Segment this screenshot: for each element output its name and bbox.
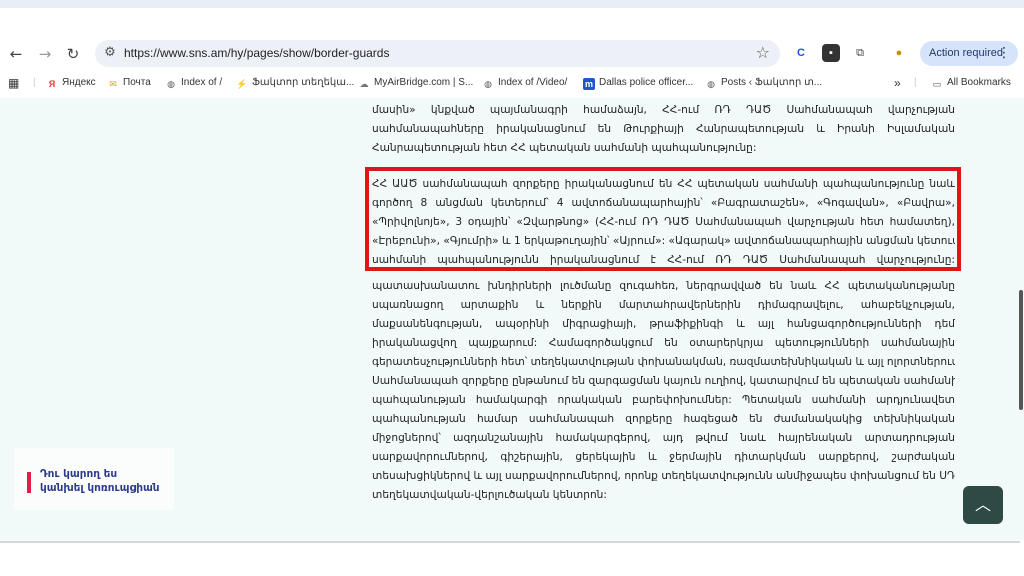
globe-icon: ◍: [484, 79, 492, 89]
paragraph-line: տեսախցիկներով և այլ սարքավորումներով, որ…: [372, 470, 955, 482]
bookmark-yandex[interactable]: Я Яндекс: [46, 76, 96, 90]
action-required-label: Action required: [929, 47, 1003, 59]
bookmark-label: Index of /Video/: [498, 77, 568, 88]
bookmark-label: Index of /: [181, 77, 223, 88]
chevron-up-icon: ︿: [974, 495, 991, 514]
browser-tab-strip: [0, 0, 1024, 8]
yandex-icon: Я: [48, 79, 56, 89]
wordpress-icon: ◍: [707, 79, 715, 89]
paragraph-line: պահպանության համար սահմանապահ զորքերը հա…: [372, 413, 955, 425]
site-info-icon[interactable]: ⚙: [102, 45, 118, 61]
bookmarks-separator: |: [33, 77, 36, 88]
paragraph-line: տեղեկատվական-վերլուծական կենտրոն:: [372, 489, 607, 501]
paragraph-line: սահմանապահները իրականացնում են Թուրքիայի…: [372, 123, 955, 135]
action-required-button[interactable]: Action required ⋮: [920, 41, 1018, 66]
bookmarks-separator: |: [914, 77, 917, 88]
cloud-icon: ☁: [359, 79, 369, 89]
scrollbar-thumb[interactable]: [1019, 290, 1023, 410]
bookmark-index-of[interactable]: ◍ Index of /: [165, 76, 222, 90]
bookmark-label: Ֆակտոր տեղեկա...: [252, 77, 355, 88]
more-bookmarks-icon[interactable]: »: [894, 76, 901, 90]
bookmark-posts[interactable]: ◍ Posts ‹ Ֆակտոր տ...: [705, 76, 822, 90]
factor-icon: ⚡: [236, 79, 248, 89]
page-bottom-divider: [0, 541, 1020, 543]
paragraph-line: Հանրապետության հետ ՀՀ պետական սահմանի պա…: [372, 142, 757, 154]
globe-icon: ◍: [167, 79, 175, 89]
bookmark-dallas[interactable]: m Dallas police officer...: [583, 76, 693, 90]
extension-dark-icon[interactable]: ▪: [822, 44, 840, 62]
forward-icon[interactable]: →: [35, 44, 55, 64]
back-icon[interactable]: ←: [6, 44, 26, 64]
all-bookmarks[interactable]: ▭ All Bookmarks: [931, 76, 1011, 90]
paragraph-line: Սահմանապահ զորքերը ընթանում են զարգացման…: [372, 375, 955, 387]
highlight-box: [365, 167, 961, 271]
extension-c-icon[interactable]: C: [792, 44, 810, 62]
bookmark-label: Почта: [123, 77, 151, 88]
bookmark-label: Dallas police officer...: [599, 77, 694, 88]
banner-text[interactable]: Դու կարող ես կանխել կոռուպցիան: [40, 467, 160, 495]
banner-line-1: Դու կարող ես: [40, 468, 118, 480]
bookmark-index-video[interactable]: ◍ Index of /Video/: [482, 76, 567, 90]
bookmark-factor[interactable]: ⚡ Ֆակտոր տեղեկա...: [236, 76, 354, 90]
more-options-icon[interactable]: ⋮: [997, 44, 1011, 62]
banner-accent-bar: [27, 472, 31, 493]
paragraph-line: սպառնացող արտաքին և ներքին մարտահրավերնե…: [372, 299, 955, 311]
paragraph-line: մաքսանենգության, ապօրինի միգրացիայի, թրա…: [372, 318, 955, 330]
paragraph-line: պատասխանատու խնդիրների լուծմանը զուգահեռ…: [372, 280, 955, 292]
banner-line-2: կանխել կոռուպցիան: [40, 482, 160, 494]
scroll-to-top-button[interactable]: ︿: [963, 486, 1003, 524]
extensions-puzzle-icon[interactable]: ⧉: [851, 44, 869, 62]
all-bookmarks-label: All Bookmarks: [947, 77, 1011, 88]
paragraph-line: միջոցներով՝ ազդանշանային համակարգերով, ա…: [372, 432, 955, 444]
bookmark-myairbridge[interactable]: ☁ MyAirBridge.com | S...: [358, 76, 474, 90]
paragraph-line: պահպանության համակարգի որակական բարեփոխո…: [372, 394, 955, 406]
paragraph-line: գերատեսչությունների հետ՝ տեղեկատվության …: [372, 356, 955, 368]
mail-icon: ✉: [109, 79, 117, 89]
article-paragraph-3: պատասխանատու խնդիրների լուծմանը զուգահեռ…: [372, 277, 955, 505]
profile-avatar-icon[interactable]: ●: [890, 44, 908, 62]
bookmark-star-icon[interactable]: ☆: [756, 44, 770, 62]
paragraph-line: սարքավորումներով, գիշերային, ցերեկային և…: [372, 451, 955, 463]
bookmark-label: MyAirBridge.com | S...: [374, 77, 474, 88]
bookmark-pochta[interactable]: ✉ Почта: [107, 76, 151, 90]
url-text[interactable]: https://www.sns.am/hy/pages/show/border-…: [124, 45, 389, 62]
paragraph-line: մասին» կնքված պայմանագրի համաձայն, ՀՀ-ու…: [372, 104, 955, 116]
news-icon: m: [583, 78, 595, 90]
bookmark-label: Яндекс: [62, 77, 96, 88]
article-paragraph-1: մասին» կնքված պայմանագրի համաձայն, ՀՀ-ու…: [372, 101, 955, 158]
folder-icon: ▭: [932, 79, 942, 89]
address-bar[interactable]: ⚙ https://www.sns.am/hy/pages/show/borde…: [95, 40, 780, 67]
paragraph-line: իրականացվող պայքարում: Համագործակցում են…: [372, 337, 955, 349]
reload-icon[interactable]: ↻: [63, 44, 83, 64]
apps-grid-icon[interactable]: ▦: [8, 76, 19, 90]
bookmark-label: Posts ‹ Ֆակտոր տ...: [721, 77, 823, 88]
